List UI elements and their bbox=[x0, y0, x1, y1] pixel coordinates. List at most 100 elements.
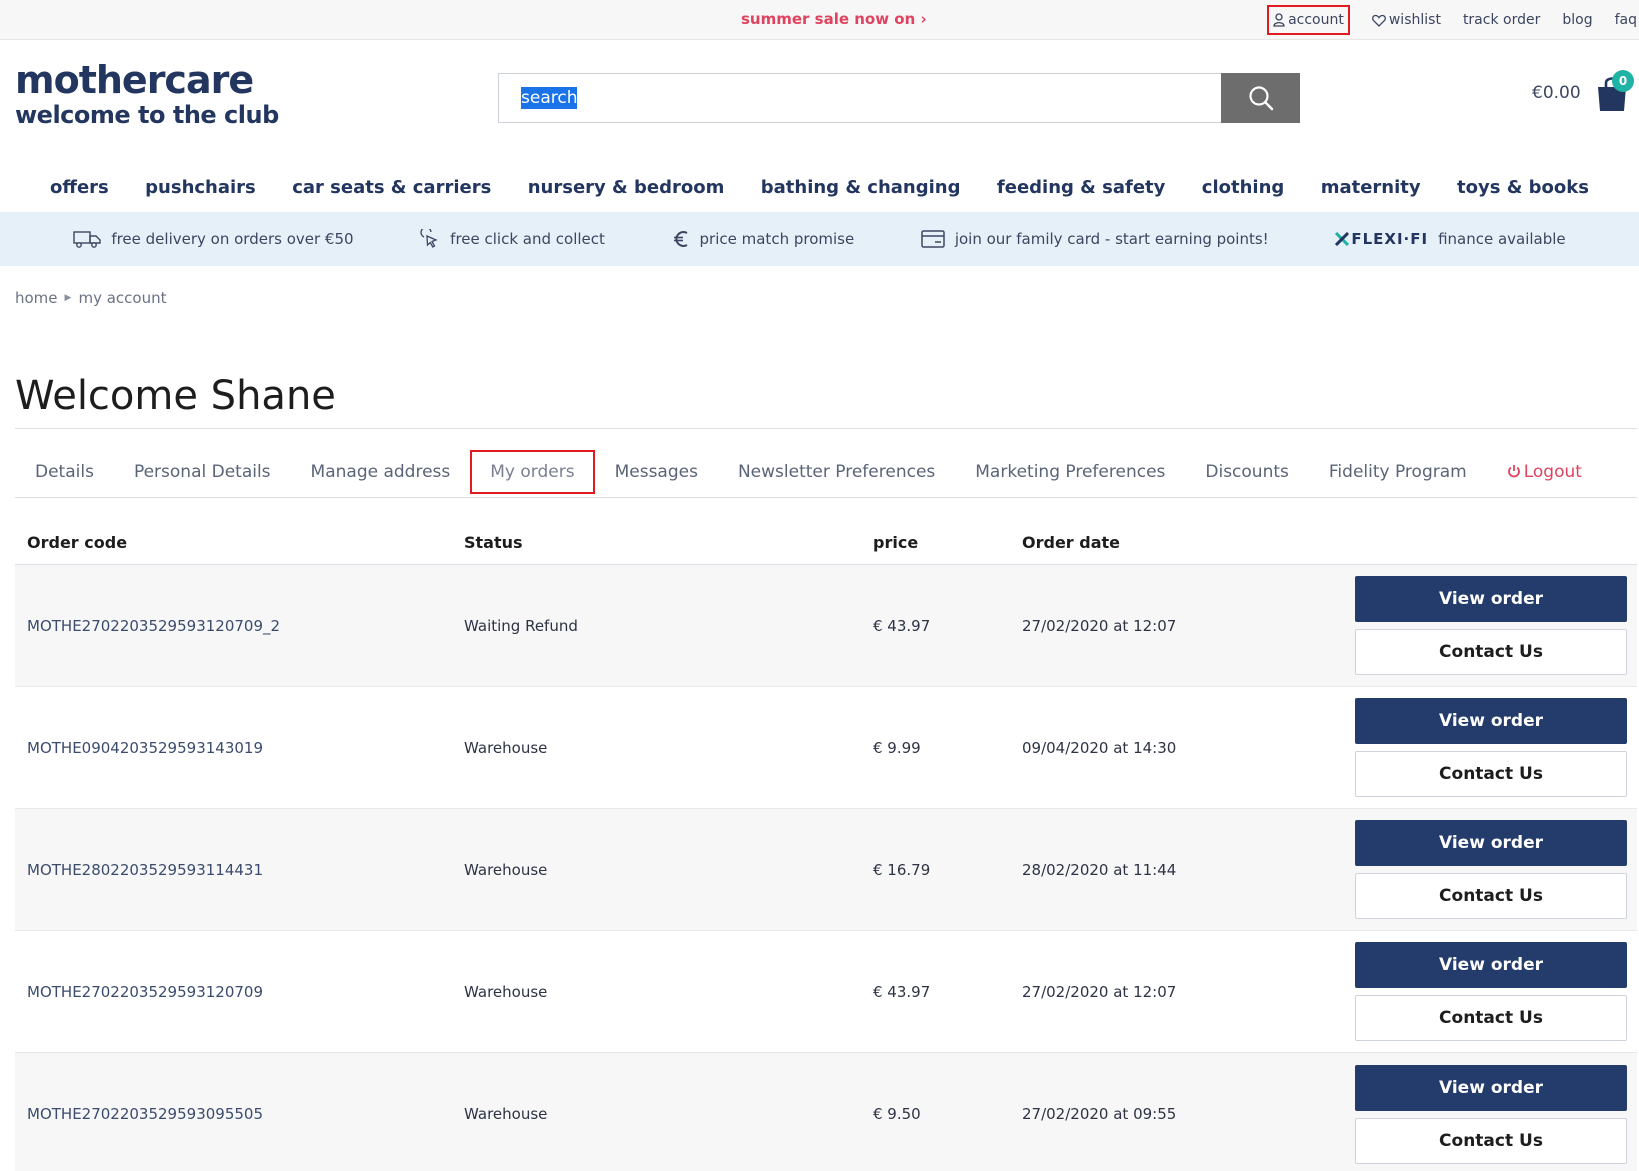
usp-delivery-text: free delivery on orders over €50 bbox=[111, 230, 354, 248]
contact-us-button[interactable]: Contact Us bbox=[1355, 873, 1627, 919]
logo-tagline: welcome to the club bbox=[15, 101, 279, 129]
page-title: Welcome Shane bbox=[15, 373, 336, 419]
order-actions: View order Contact Us bbox=[1355, 942, 1637, 1041]
search-bar: search bbox=[498, 73, 1300, 123]
wishlist-link[interactable]: wishlist bbox=[1371, 12, 1441, 28]
order-price: € 9.99 bbox=[873, 738, 921, 757]
orders-table: Order code Status price Order date MOTHE… bbox=[15, 520, 1637, 1171]
logout-label: Logout bbox=[1523, 462, 1582, 482]
view-order-button[interactable]: View order bbox=[1355, 576, 1627, 622]
order-price: € 16.79 bbox=[873, 860, 931, 879]
order-code: MOTHE2702203529593120709_2 bbox=[27, 616, 281, 635]
tab-manage-address[interactable]: Manage address bbox=[291, 450, 471, 494]
tab-details[interactable]: Details bbox=[15, 450, 114, 494]
column-header-order-code: Order code bbox=[27, 532, 128, 552]
top-links: account wishlist track order blog faq bbox=[1267, 0, 1639, 40]
usp-price-match[interactable]: price match promise bbox=[672, 229, 854, 249]
mothercare-logo[interactable]: mothercare welcome to the club bbox=[15, 60, 279, 128]
nav-clothing[interactable]: clothing bbox=[1202, 177, 1285, 198]
order-code: MOTHE2702203529593095505 bbox=[27, 1105, 263, 1123]
order-code: MOTHE2802203529593114431 bbox=[27, 860, 263, 879]
euro-icon bbox=[673, 231, 688, 247]
usp-finance[interactable]: FLEXI·FI finance available bbox=[1335, 230, 1566, 248]
view-order-button[interactable]: View order bbox=[1355, 820, 1627, 866]
usp-click-collect[interactable]: free click and collect bbox=[420, 229, 605, 249]
heart-icon bbox=[1371, 14, 1386, 27]
view-order-button[interactable]: View order bbox=[1355, 698, 1627, 744]
basket-count-badge: 0 bbox=[1612, 70, 1634, 92]
faq-link[interactable]: faq bbox=[1615, 12, 1637, 28]
card-icon bbox=[921, 230, 945, 248]
order-actions: View order Contact Us bbox=[1355, 576, 1637, 675]
power-icon bbox=[1507, 465, 1520, 478]
nav-feeding-safety[interactable]: feeding & safety bbox=[997, 177, 1165, 198]
click-cursor-icon bbox=[420, 229, 438, 248]
user-icon bbox=[1273, 13, 1285, 27]
breadcrumb: home ▶ my account bbox=[15, 289, 166, 307]
breadcrumb-home[interactable]: home bbox=[15, 289, 58, 307]
nav-toys-books[interactable]: toys & books bbox=[1457, 177, 1589, 198]
nav-pushchairs[interactable]: pushchairs bbox=[145, 177, 256, 198]
nav-bathing-changing[interactable]: bathing & changing bbox=[761, 177, 961, 198]
order-price: € 43.97 bbox=[873, 616, 931, 635]
view-order-button[interactable]: View order bbox=[1355, 942, 1627, 988]
title-divider bbox=[15, 428, 1637, 429]
order-code: MOTHE0904203529593143019 bbox=[27, 738, 263, 757]
tab-discounts[interactable]: Discounts bbox=[1185, 450, 1309, 494]
order-price: € 9.50 bbox=[873, 1105, 921, 1123]
blog-link[interactable]: blog bbox=[1562, 12, 1592, 28]
track-order-link[interactable]: track order bbox=[1463, 12, 1540, 28]
usp-finance-text: finance available bbox=[1438, 230, 1566, 248]
tab-newsletter-preferences[interactable]: Newsletter Preferences bbox=[718, 450, 955, 494]
table-row: MOTHE2702203529593095505 Warehouse € 9.5… bbox=[15, 1053, 1637, 1171]
column-header-status: Status bbox=[464, 532, 523, 552]
order-date: 27/02/2020 at 12:07 bbox=[1022, 616, 1177, 635]
account-tabs: Details Personal Details Manage address … bbox=[15, 450, 1602, 494]
breadcrumb-current: my account bbox=[78, 289, 167, 307]
logo-wordmark: mothercare bbox=[15, 58, 254, 102]
nav-car-seats-carriers[interactable]: car seats & carriers bbox=[292, 177, 491, 198]
tab-fidelity-program[interactable]: Fidelity Program bbox=[1309, 450, 1487, 494]
nav-nursery-bedroom[interactable]: nursery & bedroom bbox=[528, 177, 725, 198]
order-price: € 43.97 bbox=[873, 982, 931, 1001]
order-status: Warehouse bbox=[464, 860, 548, 879]
top-bar: summer sale now on › account wishlist tr… bbox=[0, 0, 1639, 40]
usp-click-collect-text: free click and collect bbox=[450, 230, 605, 248]
flexifi-logo: FLEXI·FI bbox=[1351, 230, 1429, 248]
order-date: 09/04/2020 at 14:30 bbox=[1022, 738, 1177, 757]
table-row: MOTHE2702203529593120709 Warehouse € 43.… bbox=[15, 931, 1637, 1053]
search-icon bbox=[1248, 86, 1273, 111]
order-status: Waiting Refund bbox=[464, 616, 578, 635]
usp-family-card[interactable]: join our family card - start earning poi… bbox=[921, 230, 1269, 248]
summer-sale-link[interactable]: summer sale now on › bbox=[741, 10, 927, 28]
main-navigation: offers pushchairs car seats & carriers n… bbox=[0, 163, 1639, 211]
nav-offers[interactable]: offers bbox=[50, 177, 109, 198]
search-button[interactable] bbox=[1221, 73, 1300, 123]
contact-us-button[interactable]: Contact Us bbox=[1355, 995, 1627, 1041]
table-row: MOTHE2802203529593114431 Warehouse € 16.… bbox=[15, 809, 1637, 931]
tab-personal-details[interactable]: Personal Details bbox=[114, 450, 291, 494]
column-header-order-date: Order date bbox=[1022, 532, 1121, 552]
tab-logout[interactable]: Logout bbox=[1487, 450, 1602, 494]
order-date: 28/02/2020 at 11:44 bbox=[1022, 860, 1177, 879]
order-status: Warehouse bbox=[464, 1105, 548, 1123]
basket-total: €0.00 bbox=[1532, 83, 1581, 103]
chevron-right-icon: ▶ bbox=[64, 293, 72, 303]
contact-us-button[interactable]: Contact Us bbox=[1355, 751, 1627, 797]
order-actions: View order Contact Us bbox=[1355, 698, 1637, 797]
tab-my-orders[interactable]: My orders bbox=[470, 450, 595, 494]
account-link[interactable]: account bbox=[1267, 5, 1350, 35]
search-input[interactable]: search bbox=[498, 73, 1221, 123]
order-actions: View order Contact Us bbox=[1355, 1064, 1637, 1164]
order-code: MOTHE2702203529593120709 bbox=[27, 982, 263, 1001]
usp-delivery[interactable]: free delivery on orders over €50 bbox=[73, 230, 354, 248]
nav-maternity[interactable]: maternity bbox=[1321, 177, 1421, 198]
delivery-truck-icon bbox=[73, 231, 102, 248]
view-order-button[interactable]: View order bbox=[1355, 1064, 1627, 1111]
tab-messages[interactable]: Messages bbox=[595, 450, 718, 494]
usp-bar: free delivery on orders over €50 free cl… bbox=[0, 212, 1639, 266]
contact-us-button[interactable]: Contact Us bbox=[1355, 629, 1627, 675]
tab-marketing-preferences[interactable]: Marketing Preferences bbox=[955, 450, 1185, 494]
table-row: MOTHE0904203529593143019 Warehouse € 9.9… bbox=[15, 687, 1637, 809]
contact-us-button[interactable]: Contact Us bbox=[1355, 1117, 1627, 1164]
